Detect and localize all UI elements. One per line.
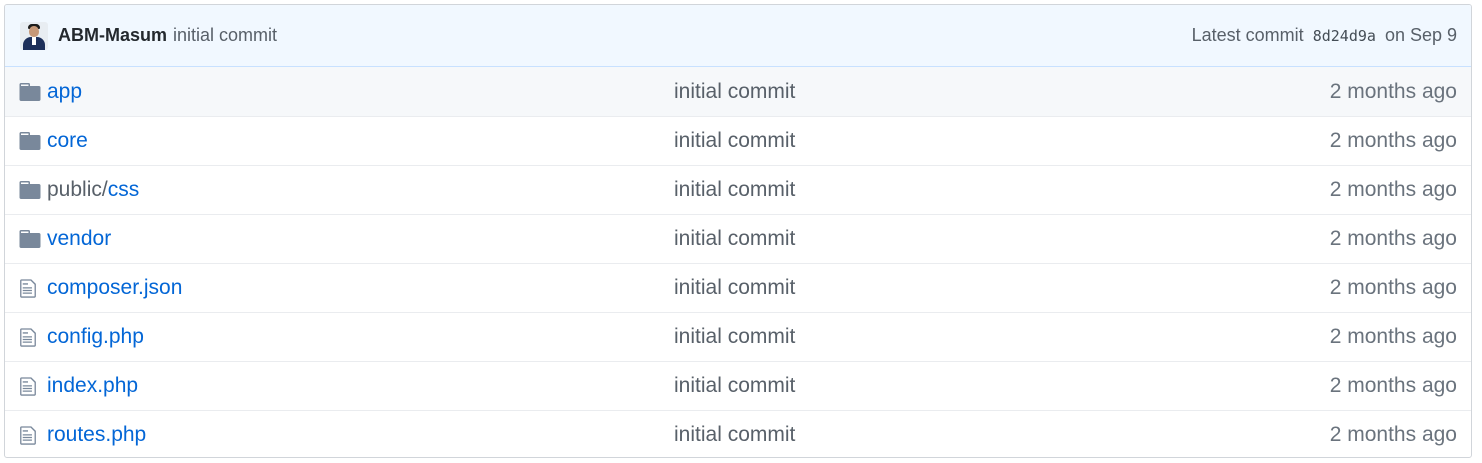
commit-author-link[interactable]: ABM-Masum [58, 25, 167, 46]
file-row[interactable]: routes.php initial commit 2 months ago [5, 410, 1471, 457]
file-name-cell: index.php [47, 374, 674, 398]
file-commit-message-link[interactable]: initial commit [674, 80, 795, 104]
commit-sha-link[interactable]: 8d24d9a [1313, 27, 1376, 45]
file-commit-age: 2 months ago [1329, 129, 1457, 152]
latest-commit-bar: ABM-Masum initial commit Latest commit 8… [5, 5, 1471, 67]
file-icon [5, 425, 47, 446]
repo-file-browser: ABM-Masum initial commit Latest commit 8… [4, 4, 1472, 458]
author-avatar[interactable] [20, 21, 48, 50]
file-commit-age: 2 months ago [1329, 227, 1457, 250]
file-row[interactable]: core initial commit 2 months ago [5, 116, 1471, 165]
file-row[interactable]: index.php initial commit 2 months ago [5, 361, 1471, 410]
file-commit-message-link[interactable]: initial commit [674, 129, 795, 153]
file-commit-message-link[interactable]: initial commit [674, 276, 795, 300]
file-commit-age: 2 months ago [1329, 79, 1457, 103]
folder-icon [5, 82, 47, 101]
file-icon [5, 278, 47, 299]
file-commit-message-link[interactable]: initial commit [674, 325, 795, 349]
file-name-cell: routes.php [47, 423, 674, 447]
file-name-cell: vendor [47, 227, 674, 251]
file-icon [5, 327, 47, 348]
file-name-cell: composer.json [47, 276, 674, 300]
commit-date: on Sep 9 [1384, 25, 1457, 45]
file-commit-age: 2 months ago [1329, 325, 1457, 348]
file-row[interactable]: config.php initial commit 2 months ago [5, 312, 1471, 361]
file-commit-age: 2 months ago [1329, 178, 1457, 201]
file-name-cell: public/css [47, 178, 674, 202]
file-name-link[interactable]: index.php [47, 374, 138, 397]
file-commit-age: 2 months ago [1329, 423, 1457, 446]
file-commit-message-link[interactable]: initial commit [674, 374, 795, 398]
latest-commit-info: Latest commit 8d24d9a on Sep 9 [1192, 25, 1457, 46]
folder-icon [5, 132, 47, 150]
file-row[interactable]: composer.json initial commit 2 months ago [5, 263, 1471, 312]
file-list: app initial commit 2 months ago core initial… [5, 67, 1471, 457]
file-commit-message-link[interactable]: initial commit [674, 423, 795, 447]
file-commit-message-link[interactable]: initial commit [674, 227, 795, 251]
folder-icon [5, 181, 47, 199]
file-commit-message-link[interactable]: initial commit [674, 178, 795, 202]
file-name-link[interactable]: config.php [47, 325, 144, 348]
file-name-link[interactable]: app [47, 80, 82, 103]
file-name-link[interactable]: routes.php [47, 423, 146, 446]
file-name-cell: app [47, 80, 674, 104]
file-name-link[interactable]: core [47, 129, 88, 152]
file-name-cell: config.php [47, 325, 674, 349]
file-name-link[interactable]: css [108, 178, 140, 201]
file-commit-age: 2 months ago [1329, 276, 1457, 299]
file-row[interactable]: public/css initial commit 2 months ago [5, 165, 1471, 214]
file-name-link[interactable]: composer.json [47, 276, 182, 299]
file-path-prefix[interactable]: public/ [47, 178, 108, 201]
file-commit-age: 2 months ago [1329, 374, 1457, 397]
file-name-cell: core [47, 129, 674, 153]
file-icon [5, 376, 47, 397]
file-row[interactable]: app initial commit 2 months ago [5, 67, 1471, 116]
commit-message-link[interactable]: initial commit [173, 25, 277, 46]
file-name-link[interactable]: vendor [47, 227, 111, 250]
latest-commit-label: Latest commit [1191, 25, 1304, 45]
file-row[interactable]: vendor initial commit 2 months ago [5, 214, 1471, 263]
folder-icon [5, 230, 47, 248]
